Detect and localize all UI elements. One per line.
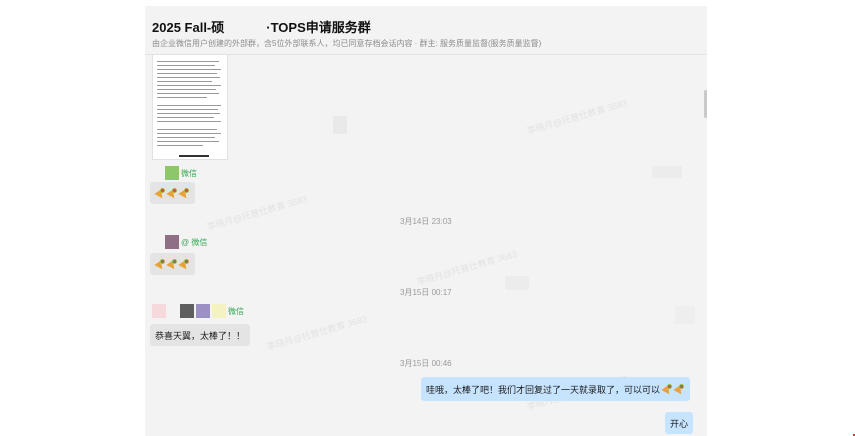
- message-bubble[interactable]: 恭喜天翼，太棒了！！: [150, 324, 251, 346]
- message-text: 哇哦，太棒了吧！我们才回复过了一天就录取了，可以可以: [426, 384, 661, 395]
- document-image-message[interactable]: [152, 54, 228, 160]
- party-popper-icon: [167, 187, 178, 199]
- sender-name: @ 微信: [165, 235, 207, 249]
- timestamp: 3月14日 23:03: [400, 217, 452, 226]
- sender-suffix: @ 微信: [181, 237, 208, 247]
- party-popper-icon: [179, 258, 190, 270]
- chat-header: 2025 Fall-硕 ·TOPS申请服务群 由企业微信用户创建的外部群，含5位外…: [145, 6, 707, 55]
- party-popper-icon: [155, 258, 166, 270]
- message-text: 开心: [670, 418, 689, 429]
- redaction-patch: [505, 276, 529, 290]
- my-message-bubble[interactable]: 开心: [665, 412, 694, 434]
- redaction-patch: [652, 166, 682, 178]
- party-popper-icon: [155, 187, 166, 199]
- group-title-prefix: 2025 Fall-硕: [152, 20, 225, 35]
- watermark: 李晓月@托普仕教育 3683: [205, 193, 309, 233]
- avatar[interactable]: [165, 166, 179, 180]
- avatar[interactable]: [152, 304, 166, 318]
- message-bubble[interactable]: [150, 253, 195, 275]
- redaction-patch: [333, 116, 347, 134]
- party-popper-emojis: [155, 258, 190, 270]
- group-title: 2025 Fall-硕 ·TOPS申请服务群: [152, 17, 371, 36]
- watermark: 李晓月@托普仕教育 3683: [525, 97, 629, 137]
- sender-suffix: 微信: [181, 168, 197, 178]
- sender-suffix: 微信: [228, 306, 244, 316]
- sender-name: 微信: [165, 166, 197, 180]
- timestamp: 3月15日 00:17: [400, 288, 452, 297]
- avatar[interactable]: [165, 235, 179, 249]
- chat-panel: 李晓月@托普仕教育 3683 李晓月@托普仕教育 3683 李晓月@托普仕教育 …: [145, 6, 707, 436]
- party-popper-icon: [674, 383, 685, 395]
- party-popper-icon: [167, 258, 178, 270]
- party-popper-icon: [179, 187, 190, 199]
- redacted-name: [224, 22, 266, 32]
- my-message-bubble[interactable]: 哇哦，太棒了吧！我们才回复过了一天就录取了，可以可以: [421, 377, 691, 401]
- message-bubble[interactable]: [150, 182, 195, 204]
- sender-name: 微信: [152, 304, 244, 318]
- group-title-suffix: ·TOPS申请服务群: [266, 20, 371, 35]
- watermark: 李晓月@托普仕教育 3683: [265, 313, 369, 353]
- message-text: 恭喜天翼，太棒了！！: [155, 330, 246, 341]
- avatar[interactable]: [212, 304, 226, 318]
- party-popper-emojis: [155, 187, 190, 199]
- party-popper-emojis: [662, 383, 685, 395]
- timestamp: 3月15日 00:46: [400, 359, 452, 368]
- scrollbar[interactable]: [704, 90, 707, 118]
- redaction-patch: [675, 306, 695, 324]
- watermark: 李晓月@托普仕教育 3683: [415, 248, 519, 288]
- party-popper-icon: [662, 383, 673, 395]
- avatar[interactable]: [196, 304, 210, 318]
- avatar[interactable]: [180, 304, 194, 318]
- group-subtitle: 由企业微信用户创建的外部群，含5位外部联系人，均已同意存档会话内容 · 群主: …: [152, 39, 542, 48]
